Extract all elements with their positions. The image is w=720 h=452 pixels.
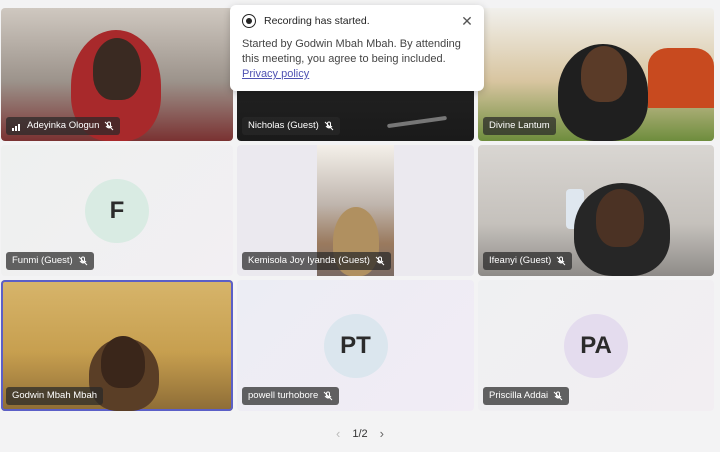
avatar: F <box>85 178 149 243</box>
participant-name: Ifeanyi (Guest) <box>489 255 552 266</box>
participant-tile-godwin[interactable]: Godwin Mbah Mbah <box>1 280 233 411</box>
participant-tile-priscilla[interactable]: PA Priscilla Addai <box>478 280 714 411</box>
participant-face <box>101 336 145 388</box>
participant-name: Nicholas (Guest) <box>248 120 319 131</box>
participant-nametag: Godwin Mbah Mbah <box>6 387 104 405</box>
participant-tile-funmi[interactable]: F Funmi (Guest) <box>1 145 233 276</box>
mic-off-icon <box>375 256 385 266</box>
recording-notification: Recording has started. ✕ Started by Godw… <box>230 5 484 91</box>
participant-nametag: Kemisola Joy Iyanda (Guest) <box>242 252 391 270</box>
participant-nametag: Ifeanyi (Guest) <box>483 252 573 270</box>
signal-icon <box>12 124 20 131</box>
avatar: PT <box>323 313 388 378</box>
notification-header: Recording has started. <box>242 14 472 28</box>
close-icon[interactable]: ✕ <box>460 14 474 28</box>
participant-nametag: Funmi (Guest) <box>6 252 94 270</box>
mic-off-icon <box>78 256 88 266</box>
previous-page-icon[interactable]: ‹ <box>336 426 340 441</box>
notification-body: Started by Godwin Mbah Mbah. By attendin… <box>242 38 461 65</box>
avatar: PA <box>564 313 628 378</box>
participant-video <box>387 115 447 129</box>
participant-nametag: Priscilla Addai <box>483 387 570 405</box>
gallery-pager: ‹ 1/2 › <box>0 426 720 441</box>
mic-off-icon <box>323 391 333 401</box>
background-scenery <box>648 48 714 108</box>
privacy-policy-link[interactable]: Privacy policy <box>242 68 472 80</box>
participant-name: Godwin Mbah Mbah <box>12 390 98 401</box>
mic-off-icon <box>553 391 563 401</box>
participant-face <box>581 46 627 102</box>
participant-tile-adeyinka[interactable]: Adeyinka Ologun <box>1 8 233 141</box>
participant-tile-kemisola[interactable]: Kemisola Joy Iyanda (Guest) <box>237 145 474 276</box>
participant-name: powell turhobore <box>248 390 319 401</box>
participant-name: Divine Lantum <box>489 120 550 131</box>
participant-tile-divine[interactable]: Divine Lantum <box>478 8 714 141</box>
participant-name: Adeyinka Ologun <box>27 120 100 131</box>
notification-title: Recording has started. <box>264 15 370 27</box>
participant-nametag: Nicholas (Guest) <box>242 117 340 135</box>
participant-tile-ifeanyi[interactable]: Ifeanyi (Guest) <box>478 145 714 276</box>
page-indicator: 1/2 <box>352 427 368 440</box>
participant-name: Kemisola Joy Iyanda (Guest) <box>248 255 370 266</box>
participant-nametag: powell turhobore <box>242 387 340 405</box>
participant-name: Priscilla Addai <box>489 390 549 401</box>
mic-off-icon <box>556 256 566 266</box>
participant-nametag: Divine Lantum <box>483 117 556 135</box>
participant-nametag: Adeyinka Ologun <box>6 117 121 135</box>
record-icon <box>242 14 256 28</box>
participant-face <box>596 189 644 247</box>
mic-off-icon <box>105 121 114 131</box>
next-page-icon[interactable]: › <box>380 426 384 441</box>
participant-face <box>93 38 141 100</box>
participant-name: Funmi (Guest) <box>12 255 73 266</box>
participant-tile-powell[interactable]: PT powell turhobore <box>237 280 474 411</box>
mic-off-icon <box>324 121 334 131</box>
